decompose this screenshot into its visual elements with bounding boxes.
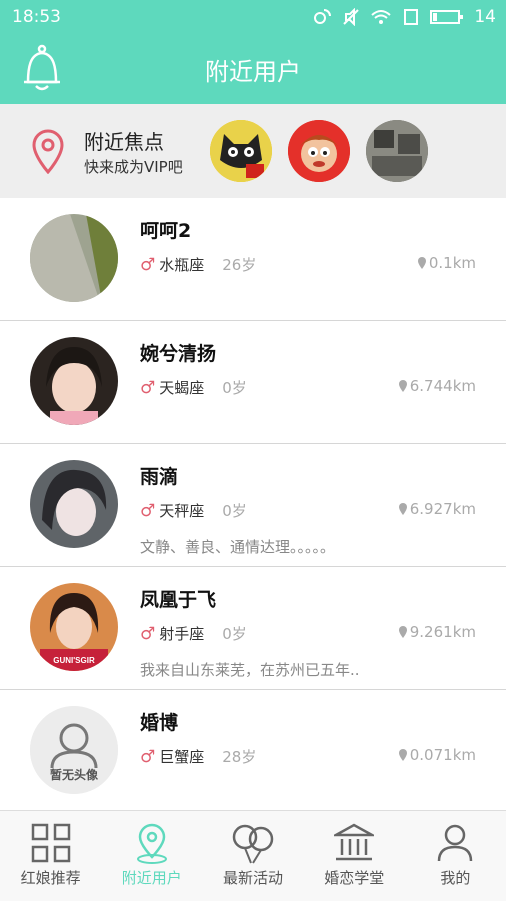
avatar: 暂无头像	[30, 706, 118, 794]
focus-avatar[interactable]	[366, 120, 428, 182]
tab-nearby[interactable]: 附近用户	[101, 811, 202, 901]
user-name: 呵呵2	[140, 220, 192, 242]
satellite-icon	[314, 9, 332, 24]
distance-value: 6.744km	[409, 377, 476, 395]
tab-label: 附近用户	[121, 869, 182, 887]
distance-value: 6.927km	[409, 500, 476, 518]
user-age: 0岁	[222, 379, 247, 397]
avatar	[30, 460, 118, 548]
location-pin-icon	[32, 129, 64, 174]
male-icon: ♂	[140, 746, 156, 767]
user-photo	[30, 337, 118, 425]
tab-mine[interactable]: 我的	[405, 811, 506, 901]
user-photo: GUNI'SGIR	[30, 583, 118, 671]
location-pin-icon	[398, 626, 407, 638]
user-meta: ♂ 射手座 0岁	[140, 623, 247, 644]
user-meta: ♂ 巨蟹座 28岁	[140, 746, 256, 767]
user-distance: 6.927km	[398, 500, 476, 518]
user-distance: 6.744km	[398, 377, 476, 395]
balloons-icon	[232, 824, 274, 864]
distance-value: 9.261km	[409, 623, 476, 641]
sim-icon	[404, 9, 419, 25]
avatar	[30, 337, 118, 425]
nearby-focus-banner[interactable]: 附近焦点 快来成为VIP吧	[0, 104, 506, 198]
user-age: 0岁	[222, 502, 247, 520]
user-age: 0岁	[222, 625, 247, 643]
distance-value: 0.071km	[409, 746, 476, 764]
focus-title: 附近焦点	[84, 130, 164, 154]
bottom-tab-bar: 红娘推荐 附近用户 最新活动 婚恋学堂 我的	[0, 810, 506, 901]
tab-activities[interactable]: 最新活动	[202, 811, 303, 901]
user-zodiac: 水瓶座	[159, 256, 205, 274]
user-photo	[30, 460, 118, 548]
photo-avatar-icon	[366, 120, 428, 182]
user-meta: ♂ 天秤座 0岁	[140, 500, 247, 521]
person-icon	[438, 824, 473, 862]
mute-icon	[343, 8, 360, 26]
tab-label: 我的	[440, 869, 471, 887]
male-icon: ♂	[140, 623, 156, 644]
user-signature: 我来自山东莱芜，在苏州已五年..	[140, 661, 360, 679]
status-icons: 14	[312, 7, 496, 27]
user-age: 26岁	[222, 256, 257, 274]
list-item[interactable]: 呵呵2 ♂ 水瓶座 26岁 0.1km	[0, 198, 506, 321]
status-bar: 18:53 14	[0, 0, 506, 34]
focus-subtitle: 快来成为VIP吧	[84, 158, 183, 176]
tab-label: 最新活动	[223, 869, 284, 887]
male-icon: ♂	[140, 377, 156, 398]
location-pin-icon	[398, 380, 407, 392]
page-title: 附近用户	[205, 58, 301, 86]
tab-matchmaker[interactable]: 红娘推荐	[0, 811, 101, 901]
male-icon: ♂	[140, 500, 156, 521]
user-zodiac: 天秤座	[159, 502, 205, 520]
no-avatar-label: 暂无头像	[49, 768, 98, 782]
user-meta: ♂ 水瓶座 26岁	[140, 254, 256, 275]
distance-value: 0.1km	[428, 254, 476, 272]
location-icon	[136, 823, 167, 864]
institution-icon	[334, 823, 375, 861]
user-signature: 文静、善良、通情达理。。。。。	[140, 538, 336, 556]
grid-icon	[31, 823, 70, 863]
header: 附近用户	[0, 34, 506, 104]
location-pin-icon	[417, 257, 426, 269]
user-distance: 0.1km	[417, 254, 476, 272]
user-list[interactable]: 呵呵2 ♂ 水瓶座 26岁 0.1km 婉兮清扬 ♂ 天蝎座 0岁 6.744k…	[0, 198, 506, 810]
list-item[interactable]: 暂无头像 婚博 ♂ 巨蟹座 28岁 0.071km	[0, 690, 506, 810]
tab-label: 红娘推荐	[20, 869, 81, 887]
tab-label: 婚恋学堂	[324, 869, 385, 887]
focus-avatar[interactable]	[210, 120, 272, 182]
battery-level: 14	[474, 7, 496, 27]
user-distance: 0.071km	[398, 746, 476, 764]
status-time: 18:53	[12, 7, 61, 27]
cartoon-avatar-icon	[288, 120, 350, 182]
user-distance: 9.261km	[398, 623, 476, 641]
user-name: 婚博	[140, 712, 179, 734]
list-item[interactable]: GUNI'SGIR 凤凰于飞 ♂ 射手座 0岁 9.261km 我来自山东莱芜，…	[0, 567, 506, 690]
location-pin-icon	[398, 503, 407, 515]
cat-mascot-icon	[210, 120, 272, 182]
list-item[interactable]: 婉兮清扬 ♂ 天蝎座 0岁 6.744km	[0, 321, 506, 444]
battery-icon	[430, 10, 464, 24]
user-age: 28岁	[222, 748, 257, 766]
user-zodiac: 巨蟹座	[159, 748, 205, 766]
male-icon: ♂	[140, 254, 156, 275]
user-name: 凤凰于飞	[140, 589, 217, 611]
tab-school[interactable]: 婚恋学堂	[304, 811, 405, 901]
avatar	[30, 214, 118, 302]
user-photo	[30, 214, 118, 302]
user-name: 雨滴	[140, 466, 179, 488]
user-zodiac: 天蝎座	[159, 379, 205, 397]
svg-text:GUNI'SGIR: GUNI'SGIR	[53, 656, 95, 665]
focus-avatar[interactable]	[288, 120, 350, 182]
user-zodiac: 射手座	[159, 625, 205, 643]
location-pin-icon	[398, 749, 407, 761]
wifi-icon	[371, 10, 392, 24]
list-item[interactable]: 雨滴 ♂ 天秤座 0岁 6.927km 文静、善良、通情达理。。。。。	[0, 444, 506, 567]
user-meta: ♂ 天蝎座 0岁	[140, 377, 247, 398]
user-name: 婉兮清扬	[140, 343, 217, 365]
avatar: GUNI'SGIR	[30, 583, 118, 671]
